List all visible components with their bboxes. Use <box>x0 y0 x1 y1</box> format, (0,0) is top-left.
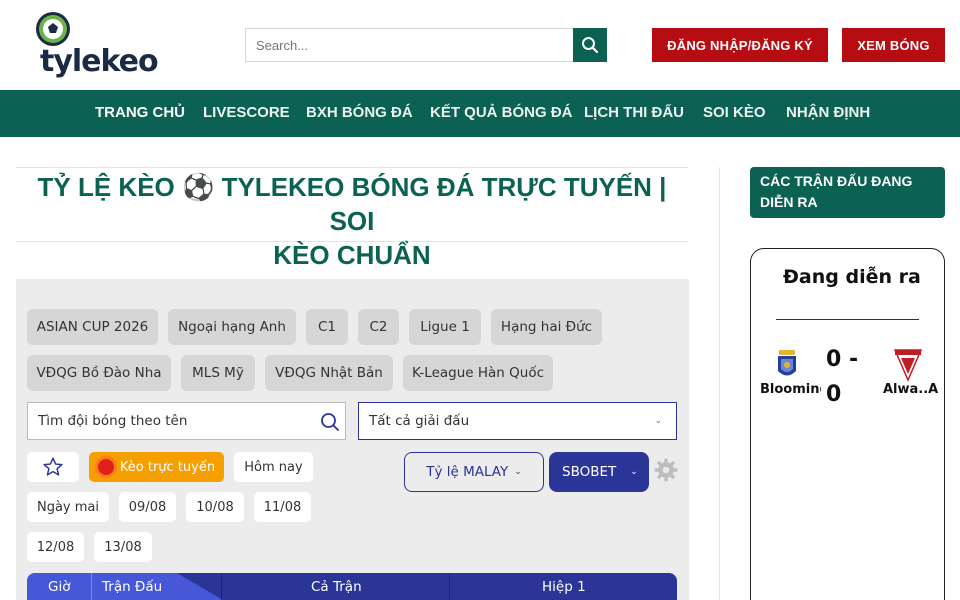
day-chip[interactable]: 13/08 <box>94 532 152 562</box>
search-button[interactable] <box>573 28 607 62</box>
day-chip[interactable]: 10/08 <box>186 492 244 522</box>
main-nav: TRANG CHỦ LIVESCORE BXH BÓNG ĐÁ KẾT QUẢ … <box>0 90 960 137</box>
live-matches-card <box>750 248 945 600</box>
league-chip[interactable]: C2 <box>358 309 399 345</box>
home-team-crest-icon[interactable] <box>776 349 798 381</box>
table-header-first-half: Hiệp 1 <box>542 579 586 595</box>
table-header-time: Giờ <box>48 579 71 595</box>
live-odds-label: Kèo trực tuyến <box>119 459 216 475</box>
score-line-2: 0 <box>826 382 842 407</box>
league-chip[interactable]: K-League Hàn Quốc <box>403 355 553 391</box>
day-chip[interactable]: 09/08 <box>119 492 176 522</box>
column-divider <box>719 167 720 600</box>
live-matches-title: CÁC TRẬN ĐẤU ĐANG DIỄN RA <box>750 167 945 218</box>
page-title-line2: KÈO CHUẨN <box>273 240 431 270</box>
gear-icon[interactable] <box>653 457 679 483</box>
nav-item-results[interactable]: KẾT QUẢ BÓNG ĐÁ <box>430 90 573 137</box>
nav-item-home[interactable]: TRANG CHỦ <box>95 90 185 137</box>
league-select[interactable]: Tất cả giải đấu ⌄ <box>358 402 677 440</box>
day-chip[interactable]: 12/08 <box>27 532 84 562</box>
odds-table-header: Giờ Trận Đấu Cả Trận Hiệp 1 <box>27 573 677 600</box>
odds-type-value: Tỷ lệ MALAY <box>426 464 509 480</box>
site-search <box>245 28 607 62</box>
away-team-name[interactable]: Alwa..A <box>883 382 938 397</box>
nav-item-predictions[interactable]: NHẬN ĐỊNH <box>786 90 870 137</box>
table-header-match: Trận Đấu <box>102 579 163 595</box>
site-header: tylekeo ĐĂNG NHẬP/ĐĂNG KÝ XEM BÓNG <box>0 0 960 90</box>
page-title-line1: TỶ LỆ KÈO ⚽ TYLEKEO BÓNG ĐÁ TRỰC TUYẾN |… <box>37 172 667 236</box>
day-chip[interactable]: Ngày mai <box>27 492 109 522</box>
live-dot-icon <box>97 459 114 475</box>
odds-type-select[interactable]: Tỷ lệ MALAY ⌄ <box>404 452 544 492</box>
league-chip[interactable]: VĐQG Nhật Bản <box>265 355 393 391</box>
site-logo[interactable]: tylekeo <box>34 10 159 82</box>
league-chip[interactable]: MLS Mỹ <box>181 355 255 391</box>
bookmaker-select[interactable]: SBOBET ⌄ <box>549 452 649 492</box>
home-team-name[interactable]: Blooming <box>760 382 821 397</box>
league-chip[interactable]: Ngoại hạng Anh <box>168 309 296 345</box>
star-icon <box>43 457 63 476</box>
league-chip[interactable]: Ligue 1 <box>409 309 481 345</box>
logo-text: tylekeo <box>40 44 159 79</box>
search-icon <box>582 37 599 54</box>
login-register-button[interactable]: ĐĂNG NHẬP/ĐĂNG KÝ <box>652 28 828 62</box>
watch-football-button[interactable]: XEM BÓNG <box>842 28 945 62</box>
nav-item-fixtures[interactable]: LỊCH THI ĐẤU <box>584 90 684 137</box>
away-team-crest-icon[interactable] <box>893 348 923 382</box>
league-select-value: Tất cả giải đấu <box>369 413 470 429</box>
league-chip[interactable]: ASIAN CUP 2026 <box>27 309 158 345</box>
team-search-placeholder: Tìm đội bóng theo tên <box>38 413 188 429</box>
bookmaker-value: SBOBET <box>562 464 617 480</box>
nav-item-standings[interactable]: BXH BÓNG ĐÁ <box>306 90 413 137</box>
nav-item-livescore[interactable]: LIVESCORE <box>203 90 290 137</box>
search-input[interactable] <box>245 28 573 62</box>
live-heading: Đang diễn ra <box>783 266 921 288</box>
live-odds-button[interactable]: Kèo trực tuyến <box>89 452 224 482</box>
home-team-clip: Blooming <box>751 380 821 400</box>
favorites-button[interactable] <box>27 452 79 482</box>
chevron-down-icon: ⌄ <box>514 467 522 477</box>
day-chip-today[interactable]: Hôm nay <box>234 452 313 482</box>
nav-item-tips[interactable]: SOI KÈO <box>703 90 766 137</box>
league-chip[interactable]: Hạng hai Đức <box>491 309 602 345</box>
search-icon <box>321 413 339 431</box>
soccer-ball-icon <box>36 12 70 46</box>
divider <box>776 319 919 320</box>
match-score[interactable]: 0 - 0 <box>826 342 858 412</box>
chevron-down-icon: ⌄ <box>654 416 662 426</box>
page-title: TỶ LỆ KÈO ⚽ TYLEKEO BÓNG ĐÁ TRỰC TUYẾN |… <box>16 167 688 270</box>
league-chip[interactable]: VĐQG Bồ Đào Nha <box>27 355 171 391</box>
day-chip[interactable]: 11/08 <box>254 492 311 522</box>
table-header-full-time: Cả Trận <box>311 579 362 595</box>
score-line-1: 0 - <box>826 347 859 372</box>
team-search-input[interactable]: Tìm đội bóng theo tên <box>27 402 346 440</box>
league-chip[interactable]: C1 <box>306 309 348 345</box>
chevron-down-icon: ⌄ <box>630 467 638 477</box>
